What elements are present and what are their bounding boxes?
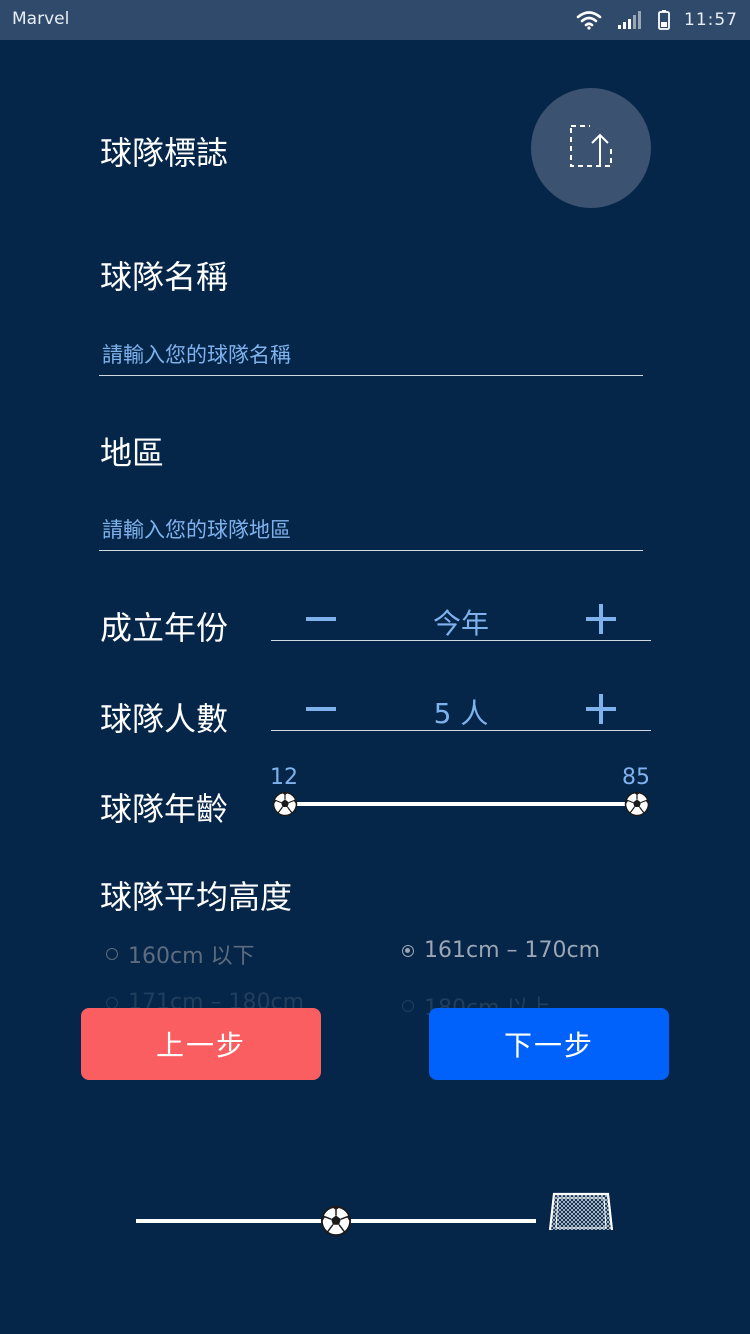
age-range-slider[interactable]	[286, 802, 636, 806]
clock: 11:57	[684, 10, 738, 30]
team-name-label: 球隊名稱	[100, 258, 229, 296]
member-count-value: 5 人	[433, 697, 489, 730]
founded-increment-button[interactable]	[581, 600, 621, 638]
radio-selected-icon	[402, 944, 414, 957]
next-step-button[interactable]: 下一步	[429, 1008, 669, 1080]
radio-icon	[106, 948, 118, 960]
founded-decrement-button[interactable]	[301, 600, 341, 638]
founded-year-value: 今年	[432, 607, 489, 640]
upload-icon	[568, 123, 614, 173]
plus-icon	[586, 694, 616, 724]
minus-icon	[306, 707, 336, 711]
height-option[interactable]: 160cm 以下	[106, 938, 255, 970]
goal-icon	[548, 1192, 614, 1231]
radio-icon	[402, 1000, 414, 1012]
soccer-ball-icon	[320, 1205, 352, 1237]
previous-step-button[interactable]: 上一步	[81, 1008, 321, 1080]
status-icons: 11:57	[576, 8, 738, 32]
height-option-selected[interactable]: 161cm – 170cm	[402, 938, 600, 963]
wifi-icon	[576, 10, 602, 30]
team-logo-label: 球隊標誌	[100, 134, 229, 172]
signal-icon	[618, 11, 644, 29]
carrier-name: Marvel	[12, 9, 70, 29]
status-bar: Marvel 11:57	[0, 0, 750, 40]
plus-icon	[586, 604, 616, 634]
minus-icon	[306, 617, 336, 621]
age-min-handle[interactable]	[272, 791, 298, 817]
radio-icon	[106, 996, 118, 1009]
members-decrement-button[interactable]	[301, 690, 341, 728]
founded-year-stepper: 今年	[271, 600, 651, 641]
logo-upload-button[interactable]	[531, 88, 651, 208]
age-max-value: 85	[622, 765, 650, 790]
age-min-value: 12	[270, 765, 298, 790]
age-max-handle[interactable]	[624, 791, 650, 817]
region-label: 地區	[100, 434, 165, 472]
founded-year-label: 成立年份	[100, 609, 229, 647]
members-increment-button[interactable]	[581, 690, 621, 728]
region-input[interactable]	[99, 509, 643, 551]
battery-icon	[658, 10, 670, 30]
team-name-input[interactable]	[99, 334, 643, 376]
team-age-label: 球隊年齡	[100, 790, 229, 828]
member-count-stepper: 5 人	[271, 690, 651, 731]
avg-height-label: 球隊平均高度	[100, 878, 293, 916]
member-count-label: 球隊人數	[100, 700, 229, 738]
